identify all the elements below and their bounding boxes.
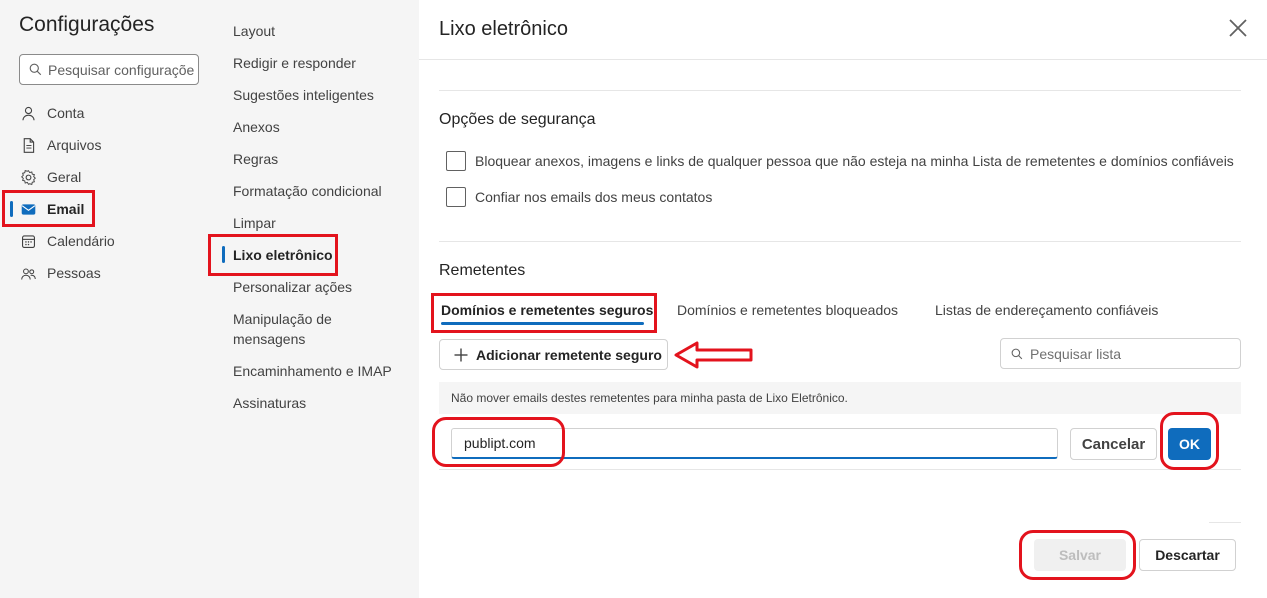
category-label: Email — [47, 201, 85, 217]
save-button[interactable]: Salvar — [1034, 539, 1126, 571]
divider — [1209, 522, 1241, 523]
cancel-button[interactable]: Cancelar — [1070, 428, 1157, 460]
junk-email-panel: Lixo eletrônico Opções de segurança Bloq… — [419, 0, 1267, 598]
settings-search-input[interactable] — [48, 61, 198, 78]
nav-regras[interactable]: Regras — [233, 149, 278, 169]
divider — [439, 241, 1241, 242]
active-indicator — [10, 201, 13, 217]
discard-button[interactable]: Descartar — [1139, 539, 1236, 571]
senders-section-title: Remetentes — [439, 262, 526, 279]
trust-contacts-checkbox[interactable] — [446, 187, 466, 207]
option-label: Confiar nos emails dos meus contatos — [475, 189, 713, 205]
nav-sugestoes-inteligentes[interactable]: Sugestões inteligentes — [233, 85, 374, 105]
category-arquivos[interactable]: Arquivos — [0, 130, 219, 160]
option-label: Bloquear anexos, imagens e links de qual… — [475, 153, 1234, 169]
block-attachments-checkbox[interactable] — [446, 151, 466, 171]
nav-layout[interactable]: Layout — [233, 21, 275, 41]
category-label: Pessoas — [47, 265, 101, 281]
email-settings-nav: Layout Redigir e responder Sugestões int… — [219, 0, 419, 598]
settings-sidebar: Configurações Conta Arquivos Geral Email… — [0, 0, 219, 598]
nav-anexos[interactable]: Anexos — [233, 117, 280, 137]
close-icon[interactable] — [1227, 17, 1249, 39]
document-icon — [23, 138, 35, 153]
category-label: Geral — [47, 169, 82, 185]
search-icon — [29, 63, 42, 76]
category-conta[interactable]: Conta — [0, 98, 219, 128]
category-email[interactable]: Email — [0, 194, 219, 224]
trust-contacts-option[interactable]: Confiar nos emails dos meus contatos — [446, 187, 712, 207]
nav-limpar[interactable]: Limpar — [233, 213, 276, 233]
people-icon — [21, 268, 36, 280]
add-safe-sender-button[interactable]: Adicionar remetente seguro — [439, 339, 668, 370]
sender-domain-input[interactable] — [451, 428, 1058, 459]
block-attachments-option[interactable]: Bloquear anexos, imagens e links de qual… — [446, 151, 1234, 171]
divider — [439, 90, 1241, 91]
nav-assinaturas[interactable]: Assinaturas — [233, 393, 306, 413]
nav-personalizar-acoes[interactable]: Personalizar ações — [233, 277, 352, 297]
settings-search[interactable] — [19, 54, 199, 85]
tab-safe-senders[interactable]: Domínios e remetentes seguros — [441, 302, 653, 318]
category-label: Conta — [47, 105, 85, 121]
list-search-input[interactable] — [1030, 345, 1230, 362]
nav-manipulacao-mensagens[interactable]: Manipulação de mensagens — [233, 309, 353, 349]
tab-blocked-senders[interactable]: Domínios e remetentes bloqueados — [677, 302, 898, 318]
gear-icon — [21, 170, 36, 185]
active-tab-indicator — [441, 322, 644, 325]
nav-lixo-eletronico[interactable]: Lixo eletrônico — [233, 245, 333, 265]
settings-title: Configurações — [19, 13, 155, 36]
ok-button[interactable]: OK — [1168, 428, 1211, 460]
arrow-annotation-icon — [674, 341, 753, 369]
calendar-icon — [21, 235, 36, 249]
nav-redigir-responder[interactable]: Redigir e responder — [233, 53, 356, 73]
mail-icon — [21, 204, 36, 215]
list-search[interactable] — [1000, 338, 1241, 369]
add-button-label: Adicionar remetente seguro — [476, 346, 662, 363]
page-title: Lixo eletrônico — [439, 18, 568, 40]
nav-encaminhamento-imap[interactable]: Encaminhamento e IMAP — [233, 361, 392, 381]
plus-icon — [454, 348, 468, 361]
category-label: Arquivos — [47, 137, 102, 153]
tab-mailing-lists[interactable]: Listas de endereçamento confiáveis — [935, 302, 1158, 318]
category-label: Calendário — [47, 233, 115, 249]
security-section-title: Opções de segurança — [439, 111, 596, 128]
nav-formatacao-condicional[interactable]: Formatação condicional — [233, 181, 382, 201]
divider — [419, 59, 1267, 60]
category-calendario[interactable]: Calendário — [0, 226, 219, 256]
search-icon — [1011, 348, 1023, 359]
category-pessoas[interactable]: Pessoas — [0, 258, 219, 288]
active-indicator — [222, 246, 225, 263]
list-info-text: Não mover emails destes remetentes para … — [439, 382, 1241, 414]
person-icon — [22, 106, 35, 121]
new-sender-row: Cancelar OK — [439, 414, 1241, 470]
category-geral[interactable]: Geral — [0, 162, 219, 192]
